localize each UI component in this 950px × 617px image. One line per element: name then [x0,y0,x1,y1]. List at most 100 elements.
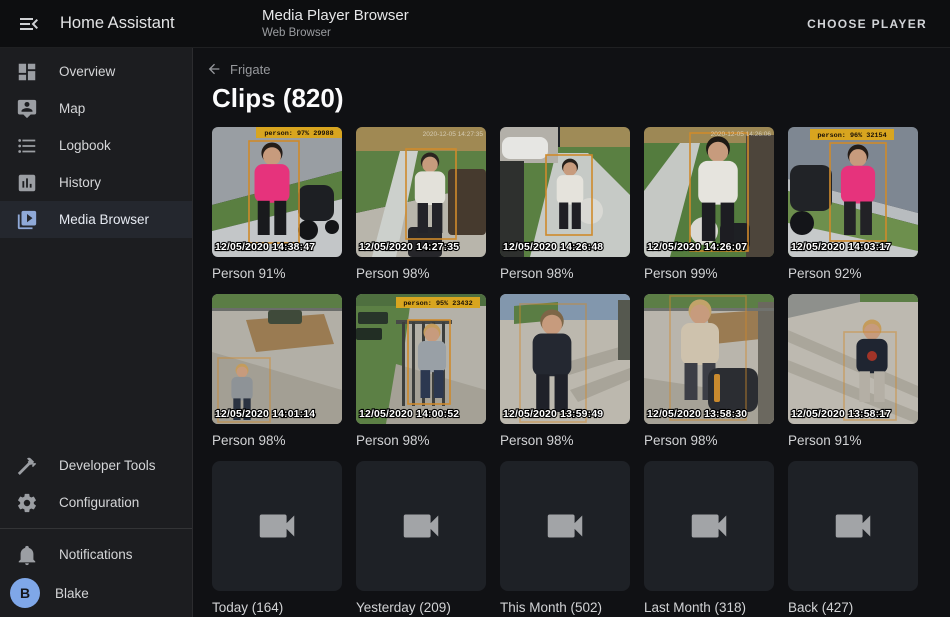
list-icon [16,135,38,157]
video-icon [686,503,732,549]
page-header-title: Media Player Browser [262,7,409,26]
clip-thumb-wrap: person: 95% 23432 12/05/2020 14:00:52 [356,294,486,424]
sidebar-item-label: Developer Tools [59,458,156,473]
choose-player-button[interactable]: CHOOSE PLAYER [799,9,935,39]
clip-caption: Person 98% [644,433,774,449]
detection-label: person: 97% 29988 [264,130,333,138]
clip-caption: Person 98% [356,266,486,282]
folder-thumb [500,461,630,591]
clip-thumb-wrap: 12/05/2020 14:26:48 [500,127,630,257]
arrow-left-icon [206,61,222,77]
menu-open-icon[interactable] [17,12,41,36]
sidebar-nav: Overview Map Logbook HistoryMedia Browser [0,53,192,238]
account-tooltip-icon [16,98,38,120]
folder-label: This Month (502) [500,600,630,616]
folder-thumb [356,461,486,591]
topbar-left: Home Assistant [0,12,193,36]
clip-card[interactable]: 12/05/2020 14:01:14Person 98% [212,294,342,449]
clip-thumb-wrap: 12/05/2020 13:58:17 [788,294,918,424]
folder-card-last-month-318[interactable]: Last Month (318) [644,461,774,616]
folder-label: Today (164) [212,600,342,616]
clip-card[interactable]: 2020-12-05 14:26:0612/05/2020 14:26:07 Pe… [644,127,774,282]
sidebar-item-map[interactable]: Map [0,90,192,127]
clip-card[interactable]: 2020-12-05 14:27:35 12/05/2020 14:27:35 Pe… [356,127,486,282]
sidebar-user[interactable]: B Blake [0,573,192,613]
list-icon [16,135,38,157]
user-name: Blake [55,586,89,601]
clip-card[interactable]: 12/05/2020 13:58:17 Person 91% [788,294,918,449]
sidebar-item-media-browser[interactable]: Media Browser [0,201,192,238]
sidebar-item-history[interactable]: History [0,164,192,201]
folder-card-today-164[interactable]: Today (164) [212,461,342,616]
clip-thumb-wrap: person: 97% 2998812/05/2020 14:38:47 [212,127,342,257]
view-dashboard-icon [16,61,38,83]
sidebar-item-label: Logbook [59,138,111,153]
sidebar-item-notifications[interactable]: Notifications [0,536,192,573]
sidebar-item-overview[interactable]: Overview [0,53,192,90]
play-box-multiple-icon [16,209,38,231]
clip-card[interactable]: 12/05/2020 13:59:49 Person 98% [500,294,630,449]
folder-card-yesterday-209[interactable]: Yesterday (209) [356,461,486,616]
clip-timestamp: 12/05/2020 14:03:17 [791,242,891,253]
sidebar-item-label: Map [59,101,85,116]
media-player-header: Media Player Browser Web Browser [262,7,409,40]
top-app-bar: Home Assistant Media Player Browser Web … [0,0,950,48]
sidebar: Overview Map Logbook HistoryMedia Browser D… [0,48,193,617]
arrow-left-icon [206,61,222,77]
sidebar-item-developer-tools[interactable]: Developer Tools [0,447,192,484]
folder-label: Back (427) [788,600,918,616]
clip-thumbnail: 12/05/2020 14:26:48 [500,127,630,257]
clip-card[interactable]: 12/05/2020 14:26:48 Person 98% [500,127,630,282]
clip-timestamp: 12/05/2020 14:27:35 [359,242,459,253]
breadcrumb-back[interactable]: Frigate [193,48,270,77]
clip-caption: Person 98% [356,433,486,449]
folder-card-this-month-502[interactable]: This Month (502) [500,461,630,616]
play-box-multiple-icon [16,209,38,231]
detection-label: person: 95% 23432 [403,300,472,308]
page-header-subtitle: Web Browser [262,26,409,40]
media-browser-content: Frigate Clips (820) person: 97% 2998812/… [193,48,950,617]
app-window: Home Assistant Media Player Browser Web … [0,0,950,617]
bell-icon [16,544,38,566]
clip-thumb-wrap: person: 96% 32154 12/05/2020 14:03:17 [788,127,918,257]
bell-icon [16,544,38,566]
camera-corner-timestamp: 2020-12-05 14:27:35 [423,131,484,138]
clip-thumb-wrap: 12/05/2020 13:59:49 [500,294,630,424]
cog-icon [16,492,38,514]
sidebar-item-configuration[interactable]: Configuration [0,484,192,521]
folder-label: Yesterday (209) [356,600,486,616]
folder-thumb [788,461,918,591]
menu-open-icon [17,12,41,36]
video-icon [542,503,588,549]
notifications-label: Notifications [59,547,133,562]
clip-thumbnail: 12/05/2020 13:58:17 [788,294,918,424]
page-title: Clips (820) [212,83,950,113]
clip-thumbnail: 2020-12-05 14:26:0612/05/2020 14:26:07 [644,127,774,257]
clip-timestamp: 12/05/2020 14:00:52 [359,409,459,420]
clip-card[interactable]: person: 96% 32154 12/05/2020 14:03:17 Pers… [788,127,918,282]
clip-caption: Person 99% [644,266,774,282]
detection-label: person: 96% 32154 [817,132,886,140]
view-dashboard-icon [16,61,38,83]
video-icon [830,503,876,549]
sidebar-item-logbook[interactable]: Logbook [0,127,192,164]
clip-caption: Person 92% [788,266,918,282]
cog-icon [16,492,38,514]
clip-card[interactable]: person: 97% 2998812/05/2020 14:38:47Pers… [212,127,342,282]
account-tooltip-icon [16,98,38,120]
clips-grid: person: 97% 2998812/05/2020 14:38:47 Pers… [212,127,950,616]
clip-thumbnail: person: 95% 23432 12/05/2020 14:00:52 [356,294,486,424]
clip-thumbnail: 12/05/2020 14:01:14 [212,294,342,424]
clip-thumbnail: person: 96% 32154 12/05/2020 14:03:17 [788,127,918,257]
body-layout: Overview Map Logbook HistoryMedia Browser D… [0,48,950,617]
clip-caption: Person 91% [788,433,918,449]
clip-thumbnail: person: 97% 2998812/05/2020 14:38:47 [212,127,342,257]
clip-card[interactable]: 12/05/2020 13:58:30Person 98% [644,294,774,449]
clip-card[interactable]: person: 95% 23432 12/05/2020 14:00:52 Pers… [356,294,486,449]
clip-caption: Person 98% [500,266,630,282]
sidebar-item-label: Configuration [59,495,139,510]
clip-caption: Person 98% [500,433,630,449]
breadcrumb-label: Frigate [230,62,270,77]
folder-card-back-427[interactable]: Back (427) [788,461,918,616]
clip-timestamp: 12/05/2020 13:59:49 [503,409,603,420]
